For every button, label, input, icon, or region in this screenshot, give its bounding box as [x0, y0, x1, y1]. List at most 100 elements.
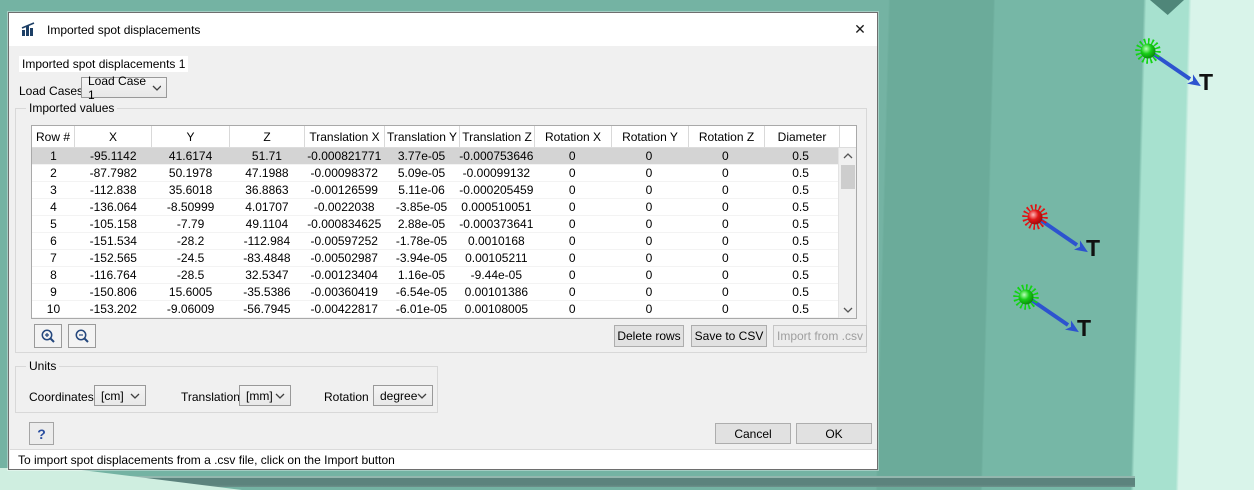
table-cell: 8: [32, 267, 75, 283]
column-header[interactable]: Rotation Z: [689, 126, 765, 147]
chevron-down-icon: [275, 393, 285, 399]
spot-marker-green[interactable]: T: [1132, 38, 1252, 102]
table-cell: -0.000373641: [459, 216, 534, 232]
chevron-down-icon: [417, 393, 427, 399]
table-cell: -6.01e-05: [384, 301, 459, 317]
column-header[interactable]: Translation X: [305, 126, 385, 147]
table-cell: 5.11e-06: [384, 182, 459, 198]
column-header[interactable]: X: [75, 126, 152, 147]
spot-marker-red[interactable]: T: [1019, 204, 1139, 268]
table-cell: 0: [687, 165, 763, 181]
table-cell: -153.202: [75, 301, 152, 317]
imported-values-group-label: Imported values: [26, 101, 117, 115]
table-cell: 0: [687, 267, 763, 283]
cancel-button[interactable]: Cancel: [715, 423, 791, 444]
svg-text:T: T: [1199, 69, 1213, 95]
table-header: Row #XYZTranslation XTranslation YTransl…: [32, 126, 856, 148]
table-cell: 0: [687, 233, 763, 249]
table-row[interactable]: 8-116.764-28.532.5347-0.001234041.16e-05…: [32, 267, 838, 284]
rotation-unit-select[interactable]: degree: [373, 385, 433, 406]
delete-rows-button[interactable]: Delete rows: [614, 325, 684, 347]
table-cell: 0: [611, 148, 688, 164]
title-bar[interactable]: Imported spot displacements ✕: [9, 13, 877, 46]
scroll-down-icon[interactable]: [839, 302, 856, 318]
zoom-in-button[interactable]: [34, 324, 62, 348]
table-cell: -0.00422817: [304, 301, 384, 317]
import-from-csv-button: Import from .csv: [773, 325, 867, 347]
ok-button[interactable]: OK: [796, 423, 872, 444]
table-row[interactable]: 2-87.798250.197847.1988-0.000983725.09e-…: [32, 165, 838, 182]
table-cell: -28.2: [152, 233, 230, 249]
table-row[interactable]: 1-95.114241.617451.71-0.0008217713.77e-0…: [32, 148, 838, 165]
table-cell: 0: [687, 250, 763, 266]
table-cell: -151.534: [75, 233, 152, 249]
zoom-out-button[interactable]: [68, 324, 96, 348]
table-row[interactable]: 7-152.565-24.5-83.4848-0.00502987-3.94e-…: [32, 250, 838, 267]
chevron-down-icon: [152, 85, 161, 91]
load-case-select[interactable]: Load Case 1: [81, 77, 167, 98]
table-cell: 0: [534, 301, 611, 317]
column-header[interactable]: Y: [152, 126, 230, 147]
table-row[interactable]: 4-136.064-8.509994.01707-0.0022038-3.85e…: [32, 199, 838, 216]
table-cell: 0: [534, 233, 611, 249]
table-row[interactable]: 6-151.534-28.2-112.984-0.00597252-1.78e-…: [32, 233, 838, 250]
table-cell: -6.54e-05: [384, 284, 459, 300]
table-cell: -112.838: [75, 182, 152, 198]
translation-unit-select[interactable]: [mm]: [239, 385, 291, 406]
table-cell: 41.6174: [152, 148, 230, 164]
column-header[interactable]: Diameter: [765, 126, 840, 147]
svg-text:T: T: [1077, 315, 1091, 341]
instance-list-item[interactable]: Imported spot displacements 1: [19, 56, 188, 72]
coordinates-unit-value: [cm]: [101, 389, 124, 403]
table-cell: -35.5386: [230, 284, 305, 300]
window-title: Imported spot displacements: [47, 23, 200, 37]
help-button[interactable]: ?: [29, 422, 54, 445]
save-to-csv-button[interactable]: Save to CSV: [691, 325, 767, 347]
column-header[interactable]: Rotation Y: [612, 126, 689, 147]
svg-text:T: T: [1086, 235, 1100, 261]
table-cell: -1.78e-05: [384, 233, 459, 249]
column-header[interactable]: Rotation X: [535, 126, 612, 147]
spot-marker-green[interactable]: T: [1010, 284, 1130, 348]
table-cell: 0.00101386: [459, 284, 534, 300]
table-cell: 0.5: [763, 250, 838, 266]
imported-spot-displacements-dialog: Imported spot displacements ✕ Imported s…: [8, 12, 878, 470]
table-cell: -0.00099132: [459, 165, 534, 181]
status-bar: To import spot displacements from a .csv…: [10, 449, 877, 469]
table-cell: -3.85e-05: [384, 199, 459, 215]
table-cell: 0: [534, 199, 611, 215]
scroll-up-icon[interactable]: [839, 148, 856, 164]
vertical-scrollbar[interactable]: [838, 148, 856, 318]
scrollbar-thumb[interactable]: [841, 165, 855, 189]
column-header[interactable]: Row #: [32, 126, 75, 147]
table-cell: 6: [32, 233, 75, 249]
table-row[interactable]: 10-153.202-9.06009-56.7945-0.00422817-6.…: [32, 301, 838, 318]
table-cell: 0.5: [763, 165, 838, 181]
table-cell: 3.77e-05: [384, 148, 459, 164]
screen: { "window": { "title": "Imported spot di…: [0, 0, 1254, 490]
column-header[interactable]: Translation Y: [385, 126, 460, 147]
table-cell: 0: [534, 165, 611, 181]
table-cell: 0: [534, 182, 611, 198]
table-cell: 32.5347: [230, 267, 305, 283]
table-cell: -83.4848: [230, 250, 305, 266]
table-cell: 0.000510051: [459, 199, 534, 215]
zoom-in-icon: [40, 328, 57, 345]
table-cell: 2: [32, 165, 75, 181]
table-cell: 0: [611, 216, 688, 232]
table-cell: 0: [687, 284, 763, 300]
table-cell: -0.000205459: [459, 182, 534, 198]
table-cell: 0: [534, 216, 611, 232]
coordinates-unit-select[interactable]: [cm]: [94, 385, 146, 406]
close-icon[interactable]: ✕: [847, 17, 873, 42]
table-cell: 47.1988: [230, 165, 305, 181]
table-cell: 1.16e-05: [384, 267, 459, 283]
column-header[interactable]: Z: [230, 126, 305, 147]
table-cell: 0: [534, 148, 611, 164]
table-row[interactable]: 5-105.158-7.7949.1104-0.0008346252.88e-0…: [32, 216, 838, 233]
column-header[interactable]: Translation Z: [460, 126, 535, 147]
table-row[interactable]: 3-112.83835.601836.8863-0.001265995.11e-…: [32, 182, 838, 199]
table-cell: 7: [32, 250, 75, 266]
table-cell: 0.5: [763, 182, 838, 198]
table-row[interactable]: 9-150.80615.6005-35.5386-0.00360419-6.54…: [32, 284, 838, 301]
